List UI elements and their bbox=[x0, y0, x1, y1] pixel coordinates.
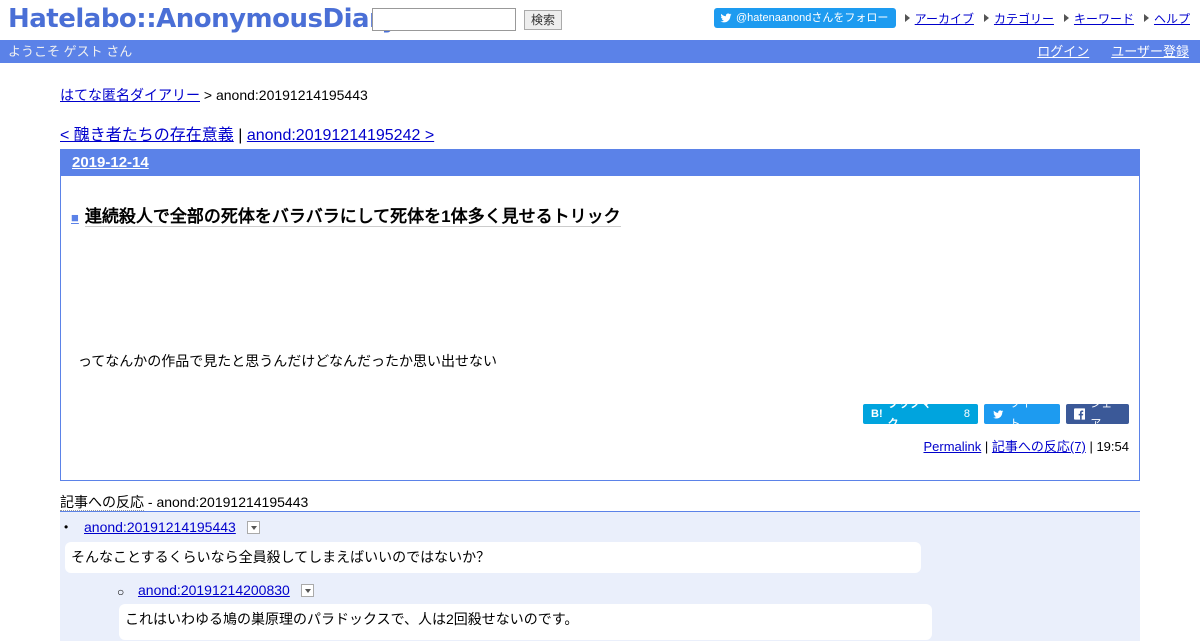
twitter-follow-button[interactable]: @hatenaanondさんをフォロー bbox=[714, 8, 896, 28]
chevron-down-icon[interactable] bbox=[247, 521, 260, 534]
entry-square-link[interactable]: ■ bbox=[71, 210, 79, 225]
account-links: ログイン ユーザー登録 bbox=[1037, 40, 1189, 63]
nav-keyword[interactable]: キーワード bbox=[1063, 10, 1134, 27]
hatena-bookmark-label: ブックマーク bbox=[887, 398, 943, 430]
next-entry-link[interactable]: anond:20191214195242 > bbox=[247, 127, 434, 144]
day-header: 2019-12-14 bbox=[61, 150, 1139, 176]
tweet-button[interactable]: ツイート bbox=[984, 398, 1060, 430]
chevron-down-icon[interactable] bbox=[301, 584, 314, 597]
hatena-bookmark-icon: B! bbox=[871, 408, 883, 420]
breadcrumb-separator: > bbox=[203, 87, 213, 103]
entry-time: 19:54 bbox=[1096, 439, 1129, 454]
nav-help[interactable]: ヘルプ bbox=[1143, 10, 1190, 27]
breadcrumb: はてな匿名ダイアリー > anond:20191214195443 bbox=[60, 85, 368, 105]
entry-body: ってなんかの作品で見たと思うんだけどなんだったか思い出せない bbox=[78, 353, 498, 369]
list-bullet: • bbox=[64, 520, 69, 534]
search-button[interactable]: 検索 bbox=[524, 10, 562, 30]
reaction-text: そんなことするくらいなら全員殺してしまえばいいのではないか？ bbox=[65, 542, 921, 573]
meta-separator: | bbox=[1089, 439, 1093, 454]
permalink-link[interactable]: Permalink bbox=[923, 439, 981, 454]
list-bullet: ○ bbox=[117, 585, 125, 599]
twitter-bird-icon bbox=[720, 13, 732, 23]
reactions-link[interactable]: 記事への反応(7) bbox=[992, 439, 1086, 454]
reaction-text: これはいわゆる鳩の巣原理のパラドックスで、人は2回殺せないのです。 bbox=[119, 604, 932, 640]
reaction-link[interactable]: anond:20191214200830 bbox=[138, 582, 290, 598]
entry-meta: Permalink | 記事への反応(7) | 19:54 bbox=[923, 436, 1129, 455]
twitter-follow-label: @hatenaanondさんをフォロー bbox=[736, 12, 889, 24]
list-item: ○ anond:20191214200830 これはいわゆる鳩の巣原理のパラドッ… bbox=[60, 582, 1140, 642]
breadcrumb-current: anond:20191214195443 bbox=[215, 87, 368, 103]
meta-separator: | bbox=[984, 439, 989, 454]
reactions-list: • anond:20191214195443 そんなことするくらいなら全員殺して… bbox=[60, 511, 1140, 641]
entry-pager: < 醜き者たちの存在意義 | anond:20191214195242 > bbox=[60, 121, 434, 145]
tweet-label: ツイート bbox=[1009, 398, 1043, 430]
header-nav: アーカイブ カテゴリー キーワード ヘルプ bbox=[904, 10, 1190, 27]
register-link[interactable]: ユーザー登録 bbox=[1111, 40, 1189, 63]
reaction-link[interactable]: anond:20191214195443 bbox=[84, 519, 236, 535]
breadcrumb-home[interactable]: はてな匿名ダイアリー bbox=[60, 87, 200, 103]
entry-title-text: 連続殺人で全部の死体をバラバラにして死体を1体多く見せるトリック bbox=[84, 207, 621, 227]
reactions-heading-label: 記事への反応 bbox=[60, 494, 144, 511]
reactions-heading: 記事への反応 - anond:20191214195443 bbox=[60, 492, 308, 512]
facebook-share-button[interactable]: シェア bbox=[1066, 398, 1129, 430]
nav-category[interactable]: カテゴリー bbox=[983, 10, 1054, 27]
facebook-icon bbox=[1074, 408, 1086, 420]
site-header: Hatelabo::AnonymousDiary 検索 @hatenaanond… bbox=[0, 0, 1200, 40]
twitter-bird-icon bbox=[993, 409, 1004, 419]
nav-archive[interactable]: アーカイブ bbox=[904, 10, 974, 27]
entry-title: ■ 連続殺人で全部の死体をバラバラにして死体を1体多く見せるトリック bbox=[71, 202, 621, 227]
welcome-text: ようこそ ゲスト さん bbox=[8, 44, 133, 59]
hatena-bookmark-button[interactable]: B! ブックマーク 8 bbox=[863, 398, 978, 430]
login-link[interactable]: ログイン bbox=[1037, 40, 1089, 63]
entry-date-link[interactable]: 2019-12-14 bbox=[72, 154, 149, 171]
list-item: • anond:20191214195443 そんなことするくらいなら全員殺して… bbox=[60, 512, 1140, 582]
prev-entry-link[interactable]: < 醜き者たちの存在意義 bbox=[60, 127, 234, 144]
entry-day-box: 2019-12-14 ■ 連続殺人で全部の死体をバラバラにして死体を1体多く見せる… bbox=[60, 149, 1140, 481]
facebook-share-label: シェア bbox=[1090, 398, 1113, 430]
pager-separator: | bbox=[238, 127, 243, 144]
reactions-heading-target: - anond:20191214195443 bbox=[144, 494, 309, 510]
site-logo[interactable]: Hatelabo::AnonymousDiary bbox=[8, 4, 398, 34]
hatena-bookmark-count: 8 bbox=[963, 408, 970, 420]
search-input[interactable] bbox=[372, 8, 516, 31]
share-buttons: B! ブックマーク 8 ツイート シェア bbox=[863, 398, 1129, 430]
welcome-bar: ようこそ ゲスト さん ログイン ユーザー登録 bbox=[0, 40, 1200, 63]
